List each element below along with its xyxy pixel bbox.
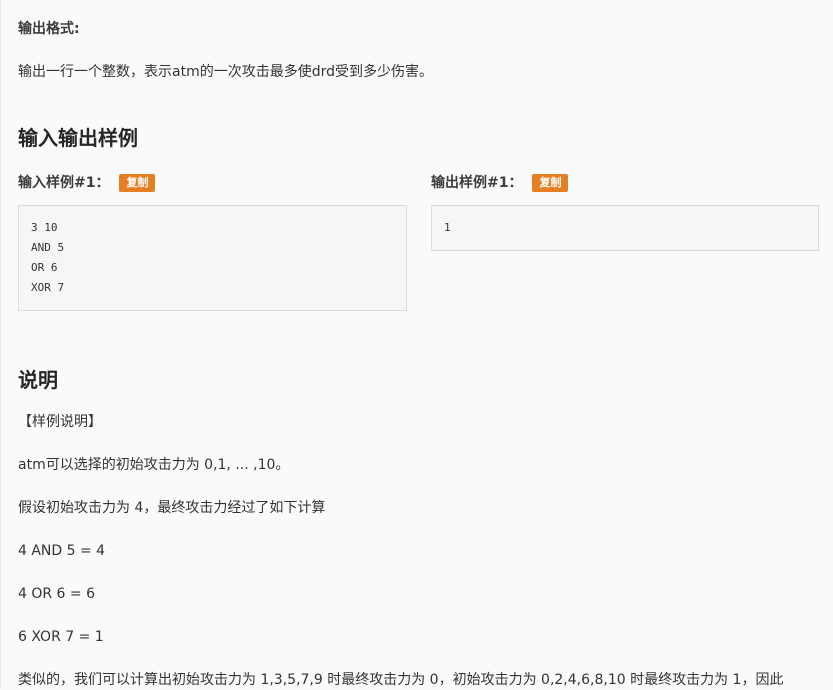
explanation-paragraph: 假设初始攻击力为 4，最终攻击力经过了如下计算 [18, 500, 326, 516]
explanation-paragraph: 4 AND 5 = 4 [18, 543, 106, 559]
explanation-paragraph: 6 XOR 7 = 1 [18, 629, 104, 645]
copy-output-button[interactable]: 复制 [532, 174, 569, 192]
content-left-border [0, 0, 1, 689]
input-sample-header: 输入样例#1： 复制 [18, 172, 156, 192]
input-sample-box[interactable]: 3 10 AND 5 OR 6 XOR 7 [18, 205, 407, 311]
explanation-paragraph: atm可以选择的初始攻击力为 0,1, ... ,10。 [18, 457, 290, 473]
explanation-paragraph: 4 OR 6 = 6 [18, 586, 95, 602]
input-sample-line: 3 10 [31, 221, 58, 234]
explanation-paragraph: 【样例说明】 [18, 414, 102, 430]
copy-input-button[interactable]: 复制 [119, 174, 156, 192]
input-sample-line: OR 6 [31, 261, 58, 274]
input-sample-line: AND 5 [31, 241, 65, 254]
output-sample-box[interactable]: 1 [431, 205, 819, 251]
input-sample-label: 输入样例#1： [18, 175, 110, 191]
output-sample-label: 输出样例#1： [431, 175, 523, 191]
explanation-paragraph: 类似的，我们可以计算出初始攻击力为 1,3,5,7,9 时最终攻击力为 0，初始… [18, 672, 784, 688]
input-sample-line: XOR 7 [31, 281, 65, 294]
explanation-title: 说明 [18, 368, 58, 392]
samples-section-title: 输入输出样例 [18, 126, 138, 150]
output-format-label: 输出格式: [18, 21, 80, 37]
output-format-text: 输出一行一个整数，表示atm的一次攻击最多使drd受到多少伤害。 [18, 64, 433, 80]
output-sample-line: 1 [444, 221, 451, 234]
output-sample-header: 输出样例#1： 复制 [431, 172, 569, 192]
